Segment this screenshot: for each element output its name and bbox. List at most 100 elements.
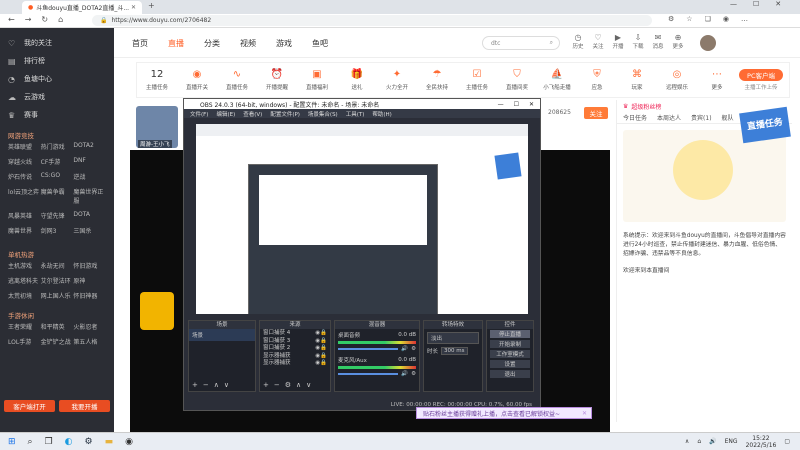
sidebar-item-rank[interactable]: ▤ 排行榜	[0, 52, 114, 70]
source-item[interactable]: 显示器捕获 ◉🔒	[263, 360, 327, 368]
down-icon[interactable]: ∨	[306, 381, 311, 389]
favorites-icon[interactable]: ☆	[686, 15, 692, 23]
source-item[interactable]: 窗口捕获 3 ◉🔒	[263, 338, 327, 346]
category-item[interactable]: 风暴英雄	[8, 211, 41, 220]
category-item[interactable]: 热门游戏	[41, 142, 74, 151]
scene-item[interactable]: 场景	[189, 329, 255, 341]
maximize-icon[interactable]: ☐	[753, 0, 759, 8]
obs-taskbar-icon[interactable]: ◉	[125, 437, 133, 447]
tab-weekly[interactable]: 本周达人	[657, 113, 681, 122]
search-icon[interactable]: ⌕	[550, 39, 553, 47]
strip-item[interactable]: ✦ 火力全开	[377, 69, 417, 91]
stop-streaming-button[interactable]: 停止直播	[490, 330, 530, 338]
obs-maximize-icon[interactable]: ☐	[514, 101, 519, 108]
category-item[interactable]: DNF	[73, 157, 106, 166]
strip-item[interactable]: ⛨ 应急	[577, 69, 617, 91]
category-item[interactable]: 网上国人乐	[41, 291, 74, 300]
category-item[interactable]: 魔兽世界	[8, 226, 41, 235]
network-icon[interactable]: ⌂	[697, 438, 701, 445]
category-item[interactable]: 太荒初境	[8, 291, 41, 300]
category-item[interactable]: 怀旧游戏	[73, 261, 106, 270]
obs-menu-tools[interactable]: 工具(T)	[346, 110, 365, 118]
new-tab-icon[interactable]: +	[148, 1, 155, 10]
add-icon[interactable]: +	[263, 381, 269, 389]
category-item[interactable]: 永劫无间	[41, 261, 74, 270]
nav-live[interactable]: 直播	[168, 38, 184, 49]
volume-slider[interactable]	[338, 373, 399, 375]
remove-icon[interactable]: −	[274, 381, 280, 389]
category-item[interactable]: 和平精英	[41, 322, 74, 331]
eye-icon[interactable]: ◉🔒	[315, 360, 327, 368]
sidebar-item-esports[interactable]: ♛ 赛事	[0, 106, 114, 124]
history-button[interactable]: ◷ 历史	[568, 34, 588, 51]
obs-close-icon[interactable]: ✕	[529, 101, 534, 108]
volume-slider[interactable]	[338, 348, 399, 350]
nav-home[interactable]: 首页	[132, 38, 148, 49]
strip-item[interactable]: ∿ 直播任务	[217, 69, 257, 91]
tab-daily[interactable]: 今日任务	[623, 113, 647, 122]
duration-input[interactable]: 300 ms	[441, 347, 468, 355]
category-item[interactable]: CS:GO	[41, 172, 74, 181]
nav-yuba[interactable]: 鱼吧	[312, 38, 328, 49]
exit-button[interactable]: 退出	[490, 370, 530, 378]
obs-menu-scenecollection[interactable]: 场景集合(S)	[308, 110, 338, 118]
sidebar-item-cloud[interactable]: ☁ 云游戏	[0, 88, 114, 106]
category-item[interactable]: 主机游戏	[8, 261, 41, 270]
category-item[interactable]: 三国杀	[73, 226, 106, 235]
search-input[interactable]: dtc ⌕	[482, 36, 560, 50]
category-item[interactable]: 魔兽世界正服	[73, 187, 106, 205]
strip-item[interactable]: ▣ 直播福利	[297, 69, 337, 91]
back-icon[interactable]: ←	[8, 15, 15, 24]
extensions-icon[interactable]: ⚙	[668, 15, 674, 23]
transition-select[interactable]: 淡出	[427, 332, 479, 344]
menu-icon[interactable]: …	[741, 15, 748, 23]
strip-item[interactable]: ☑ 主播任务	[457, 69, 497, 91]
follow-streamer-button[interactable]: 关注	[584, 107, 608, 119]
sidebar-item-pond[interactable]: ◔ 鱼塘中心	[0, 70, 114, 88]
nav-game[interactable]: 游戏	[276, 38, 292, 49]
obs-minimize-icon[interactable]: —	[498, 101, 504, 108]
notice-close-icon[interactable]: ✕	[582, 410, 587, 417]
category-item[interactable]: 第五人格	[73, 337, 106, 346]
clock[interactable]: 15:22 2022/5/16	[746, 435, 777, 449]
category-item[interactable]: 逆战	[73, 172, 106, 181]
obs-menu-profile[interactable]: 配置文件(P)	[270, 110, 300, 118]
notice-toast[interactable]: 贴石粉丝主播获得赠礼上播，点击查看已解锁权益~ ✕	[416, 407, 592, 419]
task-counter[interactable]: 12 主播任务	[137, 69, 177, 91]
eye-icon[interactable]: ◉🔒	[315, 330, 327, 338]
speaker-icon[interactable]: 🔊	[401, 371, 408, 377]
home-icon[interactable]: ⌂	[58, 15, 63, 24]
refresh-icon[interactable]: ↻	[41, 15, 48, 24]
windows-start-icon[interactable]: ⊞	[8, 437, 16, 447]
strip-item[interactable]: ◉ 直播开关	[177, 69, 217, 91]
task-view-icon[interactable]: ❐	[45, 437, 53, 447]
message-button[interactable]: ✉ 消息	[648, 34, 668, 51]
user-avatar[interactable]	[700, 34, 716, 51]
pc-client-button[interactable]: PC客户端	[739, 69, 783, 81]
category-item[interactable]: 守望先锋	[41, 211, 74, 220]
browser-tab[interactable]: ● 斗鱼douyu直播_DOTA2直播_斗... ✕	[22, 1, 142, 14]
category-item[interactable]: DOTA2	[73, 142, 106, 151]
download-button[interactable]: ⇩ 下载	[628, 34, 648, 51]
settings-icon[interactable]: ⚙	[285, 381, 291, 389]
category-item[interactable]: 王者荣耀	[8, 322, 41, 331]
category-item[interactable]: 金铲铲之战	[41, 337, 74, 346]
forward-icon[interactable]: →	[25, 15, 32, 24]
reward-badge-icon[interactable]	[140, 292, 174, 330]
minimize-icon[interactable]: —	[730, 0, 737, 8]
speaker-icon[interactable]: 🔊	[401, 346, 408, 352]
category-item[interactable]: lol云顶之弈	[8, 187, 41, 205]
remove-icon[interactable]: −	[203, 381, 209, 389]
up-icon[interactable]: ∧	[214, 381, 219, 389]
notification-icon[interactable]: ▢	[784, 438, 790, 445]
obs-menu-edit[interactable]: 编辑(E)	[216, 110, 235, 118]
tab-vip[interactable]: 贵宾(1)	[691, 113, 712, 122]
category-item[interactable]: 穿越火线	[8, 157, 41, 166]
category-item[interactable]: 怀旧神器	[73, 291, 106, 300]
down-icon[interactable]: ∨	[224, 381, 229, 389]
eye-icon[interactable]: ◉🔒	[315, 345, 327, 353]
broadcast-button[interactable]: ▶ 开播	[608, 34, 628, 51]
eye-icon[interactable]: ◉🔒	[315, 338, 327, 346]
source-item[interactable]: 窗口捕获 4 ◉🔒	[263, 330, 327, 338]
studio-mode-button[interactable]: 工作室模式	[490, 350, 530, 358]
